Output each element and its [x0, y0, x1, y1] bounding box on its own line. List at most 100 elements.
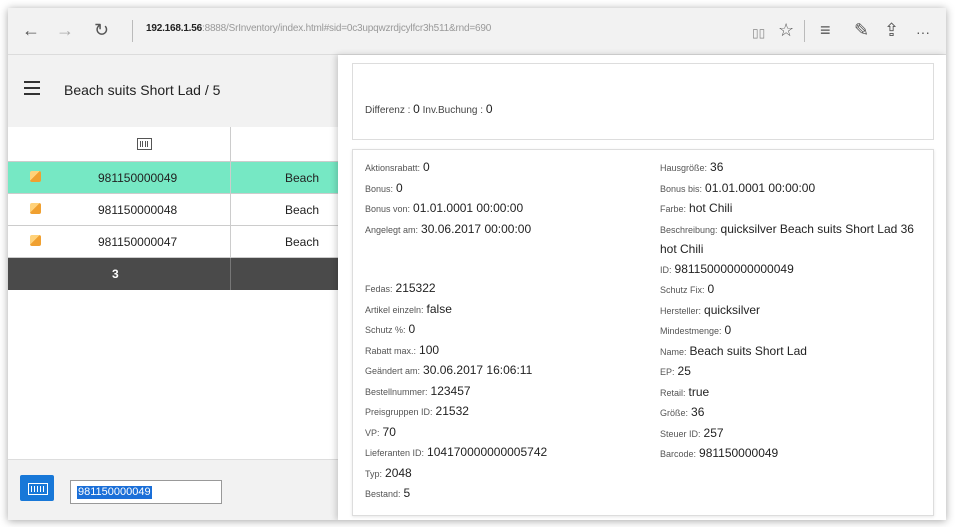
property-value: 0	[396, 180, 403, 195]
property-row: Lieferanten ID: 104170000000005742	[365, 443, 645, 464]
property-label: Name:	[660, 346, 687, 357]
property-value: 01.01.0001 00:00:00	[413, 201, 524, 215]
property-value: quicksilver	[704, 302, 761, 317]
difference-summary: Differenz : 0 Inv.Buchung : 0	[365, 102, 493, 116]
barcode-scan-icon[interactable]	[20, 475, 54, 501]
property-row: Retail: true	[660, 383, 928, 404]
row-name: Beach	[285, 171, 320, 185]
property-row: EP: 25	[660, 362, 928, 383]
property-label: Beschreibung:	[660, 224, 718, 235]
article-icon	[30, 235, 41, 246]
property-label: ID:	[660, 264, 672, 275]
property-value: 0	[423, 160, 430, 174]
property-label: Geändert am:	[365, 366, 421, 376]
web-note-icon[interactable]: ✎	[854, 20, 869, 40]
app-header: Beach suits Short Lad / 5	[8, 55, 338, 128]
property-label: Barcode:	[660, 449, 697, 459]
hamburger-menu-icon[interactable]	[24, 81, 40, 99]
row-barcode: 981150000049	[98, 171, 178, 185]
table-row[interactable]: 981150000049 Beach	[8, 162, 338, 194]
property-row: Bonus von: 01.01.0001 00:00:00	[365, 199, 645, 220]
property-label: Mindestmenge:	[660, 326, 722, 336]
properties-left-column: Aktionsrabatt: 0 Bonus: 0 Bonus von: 01.01.00…	[365, 158, 645, 505]
article-detail-dialog: × Differenz : 0 Inv.Buchung : 0 Aktionsr…	[338, 55, 946, 520]
property-label: Hausgröße:	[660, 163, 708, 173]
property-row: Name: Beach suits Short Lad	[660, 342, 928, 363]
property-label: Bestand:	[365, 489, 401, 499]
property-row: Schutz Fix: 0	[660, 280, 928, 301]
toolbar-divider	[132, 20, 133, 42]
property-value: 0	[408, 322, 416, 336]
barcode-input[interactable]: 981150000049	[70, 480, 222, 504]
property-value: 123457	[430, 383, 471, 398]
property-label: Farbe:	[660, 204, 687, 214]
property-value: 30.06.2017 00:00:00	[421, 221, 532, 236]
back-icon[interactable]: ←	[22, 20, 40, 40]
table-row[interactable]: 981150000047 Beach	[8, 226, 338, 258]
more-icon[interactable]: ···	[916, 22, 930, 42]
property-value: 104170000000005742	[427, 445, 548, 459]
property-label: Bestellnummer:	[365, 386, 428, 397]
table-row[interactable]: 981150000048 Beach	[8, 194, 338, 226]
property-label: Schutz Fix:	[660, 285, 705, 295]
table-header	[8, 127, 338, 162]
row-name: Beach	[285, 203, 320, 217]
property-label: Artikel einzeln:	[365, 304, 424, 315]
url-host: 192.168.1.56	[146, 23, 202, 34]
property-row: Mindestmenge: 0	[660, 321, 928, 342]
property-value: 2048	[385, 465, 412, 480]
property-value: Beach suits Short Lad	[689, 343, 807, 358]
property-row: Schutz %: 0	[365, 320, 645, 341]
table-footer: 3	[8, 258, 338, 290]
address-bar[interactable]: 192.168.1.56:8888/SrInventory/index.html…	[146, 23, 491, 34]
property-label: Rabatt max.:	[365, 345, 417, 356]
property-value: hot Chili	[689, 201, 733, 215]
refresh-icon[interactable]: ↻	[94, 20, 109, 40]
property-row	[365, 259, 645, 280]
inv-booking-value: 0	[485, 102, 493, 116]
property-label: Fedas:	[365, 284, 393, 294]
property-value: false	[426, 301, 452, 316]
difference-value: 0	[413, 102, 420, 116]
property-row: Artikel einzeln: false	[365, 300, 645, 321]
property-row: Bestand: 5	[365, 484, 645, 505]
article-icon	[30, 171, 41, 182]
row-name: Beach	[285, 235, 320, 249]
page-title: Beach suits Short Lad / 5	[64, 82, 221, 98]
property-row: Fedas: 215322	[365, 279, 645, 300]
row-barcode: 981150000047	[98, 235, 178, 249]
property-row: Angelegt am: 30.06.2017 00:00:00	[365, 220, 645, 259]
property-row: Geändert am: 30.06.2017 16:06:11	[365, 361, 645, 382]
property-value: 36	[710, 160, 724, 174]
property-value: 21532	[435, 404, 469, 418]
property-row: Bestellnummer: 123457	[365, 382, 645, 403]
reading-view-icon[interactable]: ▯▯	[752, 23, 765, 43]
property-row: ID: 981150000000000049	[660, 260, 928, 281]
property-label: Retail:	[660, 387, 686, 398]
property-value: 01.01.0001 00:00:00	[705, 180, 816, 195]
property-row: Rabatt max.: 100	[365, 341, 645, 362]
property-value: 981150000049	[699, 446, 779, 460]
row-barcode: 981150000048	[98, 203, 178, 217]
property-row: Aktionsrabatt: 0	[365, 158, 645, 179]
property-label: Schutz %:	[365, 325, 406, 335]
share-icon[interactable]: ⇪	[884, 20, 899, 40]
article-icon	[30, 203, 41, 214]
property-value: true	[688, 384, 710, 399]
property-value: 0	[707, 282, 715, 296]
barcode-column-icon[interactable]	[137, 138, 152, 150]
property-label: VP:	[365, 427, 380, 438]
hub-icon[interactable]: ≡	[820, 20, 831, 40]
property-row: Hausgröße: 36	[660, 158, 928, 179]
favorite-star-icon[interactable]: ☆	[778, 20, 794, 40]
article-table: 981150000049 Beach 981150000048 Beach 98…	[8, 127, 338, 290]
property-label: Hersteller:	[660, 305, 702, 316]
difference-label: Differenz :	[365, 105, 414, 116]
property-row: Typ: 2048	[365, 464, 645, 485]
forward-icon[interactable]: →	[56, 20, 74, 40]
property-label: Lieferanten ID:	[365, 448, 425, 458]
property-label: Typ:	[365, 468, 383, 479]
property-row: Bonus bis: 01.01.0001 00:00:00	[660, 179, 928, 200]
property-row: Hersteller: quicksilver	[660, 301, 928, 322]
inv-booking-label: Inv.Buchung :	[419, 105, 486, 116]
